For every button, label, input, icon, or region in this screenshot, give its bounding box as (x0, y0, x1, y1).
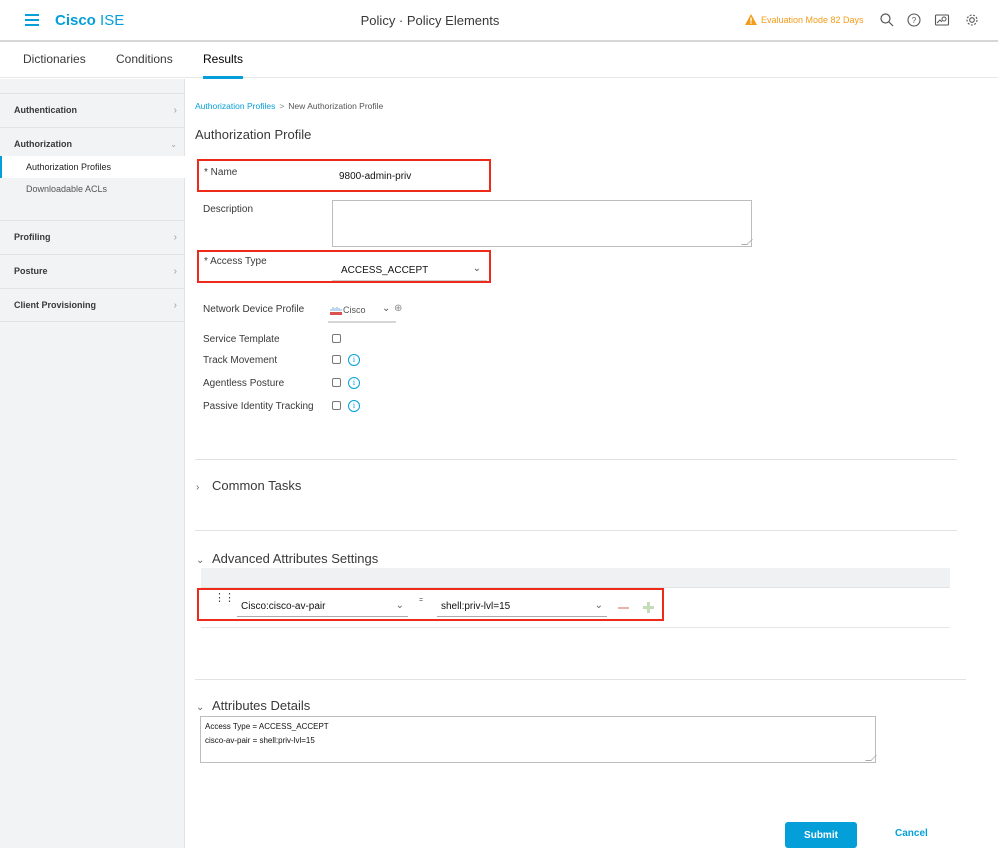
attribute-value-text: shell:priv-lvl=15 (441, 601, 511, 612)
attributes-details-toggle[interactable]: ⌄ Attributes Details (196, 698, 310, 713)
chevron-right-icon: › (173, 266, 177, 277)
sidebar-item-downloadable-acls[interactable]: Downloadable ACLs (0, 178, 185, 200)
resize-handle[interactable] (741, 239, 753, 245)
sidebar-item-label: Downloadable ACLs (26, 184, 108, 194)
warning-icon (745, 14, 757, 25)
common-tasks-toggle[interactable]: › Common Tasks (196, 478, 301, 493)
access-type-value: ACCESS_ACCEPT (341, 265, 429, 276)
agentless-posture-checkbox[interactable] (332, 378, 341, 387)
tab-bar: Dictionaries Conditions Results (0, 42, 998, 79)
resize-handle[interactable] (865, 755, 877, 761)
tab-conditions[interactable]: Conditions (116, 52, 173, 66)
chevron-down-icon: ⌄ (395, 600, 404, 611)
track-movement-checkbox[interactable] (332, 355, 341, 364)
attribute-detail-line: cisco-av-pair = shell:priv-lvl=15 (205, 736, 315, 745)
sidebar-item-client-provisioning[interactable]: Client Provisioning › (0, 288, 185, 322)
chevron-down-icon: ⌄ (594, 600, 603, 611)
advanced-attributes-toggle[interactable]: ⌄ Advanced Attributes Settings (196, 551, 378, 566)
name-label: * Name (204, 167, 238, 178)
service-template-checkbox[interactable] (332, 334, 341, 343)
track-movement-label: Track Movement (203, 355, 278, 366)
chevron-down-icon: ⌄ (196, 555, 205, 566)
breadcrumb-link[interactable]: Authorization Profiles (195, 101, 275, 111)
section-title: Advanced Attributes Settings (212, 551, 379, 566)
section-title: Common Tasks (212, 478, 302, 493)
cisco-logo-icon (330, 307, 342, 315)
passive-identity-tracking-checkbox[interactable] (332, 401, 341, 410)
attribute-value: Cisco:cisco-av-pair (241, 601, 326, 612)
sidebar-item-label: Authentication (14, 105, 77, 115)
sidebar-item-posture[interactable]: Posture › (0, 254, 185, 288)
form-title: Authorization Profile (195, 127, 312, 142)
name-input[interactable]: 9800-admin-priv (339, 171, 411, 182)
chevron-right-icon: › (196, 482, 200, 493)
breadcrumb: Authorization Profiles > New Authorization… (195, 101, 383, 111)
chevron-right-icon: › (173, 232, 177, 243)
info-icon[interactable]: i (348, 377, 360, 389)
chevron-right-icon: › (173, 300, 177, 311)
evaluation-notice[interactable]: Evaluation Mode 82 Days (745, 14, 864, 25)
add-row-icon[interactable] (643, 602, 654, 613)
breadcrumb-separator: > (279, 101, 285, 111)
access-type-label: * Access Type (204, 256, 267, 267)
attribute-dictionary-select[interactable]: Cisco:cisco-av-pair ⌄ (237, 595, 408, 617)
notifications-icon[interactable] (934, 12, 950, 28)
main-content: Authorization Profiles > New Authorization… (186, 79, 998, 848)
sidebar-item-label: Authorization Profiles (26, 162, 112, 172)
info-icon[interactable]: i (348, 354, 360, 366)
submit-button[interactable]: Submit (785, 822, 857, 848)
tab-dictionaries[interactable]: Dictionaries (23, 52, 86, 66)
network-device-profile-select[interactable]: Cisco ⌄ (328, 301, 396, 323)
breadcrumb-current: New Authorization Profile (288, 101, 384, 111)
chevron-down-icon: ⌄ (382, 303, 391, 314)
attribute-value-select[interactable]: shell:priv-lvl=15 ⌄ (437, 595, 607, 617)
service-template-label: Service Template (203, 334, 280, 345)
sidebar-item-label: Posture (14, 266, 48, 276)
add-circle-icon[interactable]: ⊕ (394, 303, 402, 314)
description-input[interactable] (332, 200, 753, 247)
sidebar-item-label: Profiling (14, 232, 51, 242)
ndp-value: Cisco (343, 305, 366, 315)
description-label: Description (203, 204, 254, 215)
page-title: Policy · Policy Elements (360, 13, 500, 28)
cancel-button[interactable]: Cancel (895, 828, 928, 839)
sidebar-item-profiling[interactable]: Profiling › (0, 220, 185, 254)
sidebar-item-authorization-profiles[interactable]: Authorization Profiles (0, 156, 185, 178)
divider (195, 459, 957, 460)
passive-identity-tracking-label: Passive Identity Tracking (203, 401, 314, 412)
section-title: Attributes Details (212, 698, 311, 713)
chevron-down-icon: ⌄ (170, 140, 177, 149)
chevron-down-icon: ⌄ (196, 702, 205, 713)
settings-icon[interactable] (964, 12, 980, 28)
divider (195, 679, 966, 680)
divider (195, 530, 957, 531)
evaluation-text: Evaluation Mode 82 Days (761, 14, 864, 25)
ndp-label: Network Device Profile (203, 304, 305, 315)
sidebar: Authentication › Authorization ⌄ Authori… (0, 79, 185, 848)
remove-row-icon[interactable] (618, 607, 629, 609)
svg-text:?: ? (912, 16, 917, 25)
operator-label: = (419, 597, 424, 604)
agentless-posture-label: Agentless Posture (203, 378, 285, 389)
sidebar-item-label: Authorization (14, 139, 72, 149)
chevron-down-icon: ⌄ (472, 263, 481, 274)
sidebar-item-authentication[interactable]: Authentication › (0, 93, 185, 127)
info-icon[interactable]: i (348, 400, 360, 412)
sidebar-item-label: Client Provisioning (14, 300, 97, 310)
advanced-attributes-header (201, 568, 950, 588)
tab-results[interactable]: Results (203, 52, 244, 79)
top-bar: Cisco ISE Policy · Policy Elements Evalu… (0, 0, 998, 42)
search-icon[interactable] (879, 12, 895, 28)
divider (201, 627, 950, 628)
drag-handle-icon[interactable]: ⋮⋮ (214, 593, 235, 604)
chevron-right-icon: › (173, 105, 177, 116)
attribute-detail-line: Access Type = ACCESS_ACCEPT (205, 722, 329, 731)
help-icon[interactable]: ? (906, 12, 922, 28)
attributes-details-box: Access Type = ACCESS_ACCEPT cisco-av-pai… (200, 716, 877, 763)
access-type-select[interactable]: ACCESS_ACCEPT ⌄ (332, 259, 487, 281)
